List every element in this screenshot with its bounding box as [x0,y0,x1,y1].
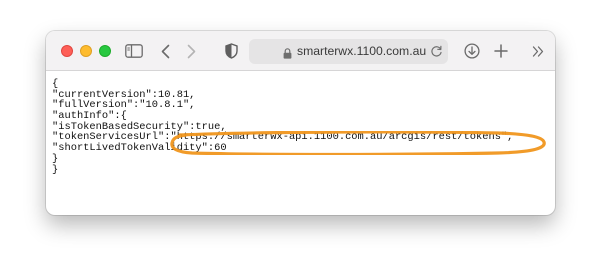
json-line: } [52,152,59,165]
lock-icon [283,46,292,59]
close-window-button[interactable] [61,45,73,57]
address-bar-url[interactable]: smarterwx.1100.com.au [297,44,426,58]
double-chevron-right-icon[interactable] [530,39,546,63]
json-line: "shortLivedTokenValidity":60 [52,142,227,155]
download-icon[interactable] [462,39,482,63]
chevron-right-icon[interactable] [183,39,199,63]
minimize-window-button[interactable] [80,45,92,57]
json-line: } [52,163,59,176]
browser-toolbar: smarterwx.1100.com.au [46,31,555,71]
sidebar-icon[interactable] [123,39,145,63]
shield-icon[interactable] [222,39,240,63]
plus-icon[interactable] [492,39,510,63]
chevron-left-icon[interactable] [157,39,173,63]
json-response-body: { "currentVersion":10.81, "fullVersion":… [52,79,549,175]
reload-icon[interactable] [430,45,443,58]
address-bar[interactable]: smarterwx.1100.com.au [249,39,448,64]
zoom-window-button[interactable] [99,45,111,57]
browser-window: smarterwx.1100.com.au {"currentVersion"… [46,31,555,215]
